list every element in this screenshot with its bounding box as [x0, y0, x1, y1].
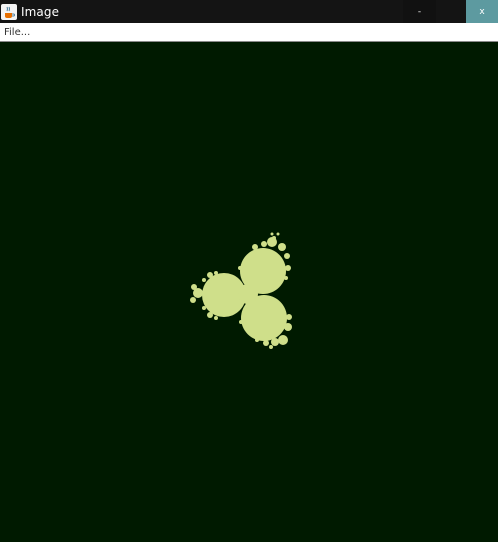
java-cup-icon — [1, 3, 17, 20]
minimize-icon: - — [417, 6, 422, 17]
minimize-button[interactable]: - — [403, 0, 436, 23]
close-button[interactable]: x — [466, 0, 498, 23]
close-icon: x — [479, 6, 485, 17]
image-canvas[interactable] — [0, 42, 498, 542]
menu-bar: File... — [0, 23, 498, 42]
app-window: Image - x File... — [0, 0, 498, 542]
title-bar[interactable]: Image - x — [0, 0, 498, 23]
menu-file[interactable]: File... — [0, 27, 30, 38]
fractal-image — [190, 232, 292, 349]
window-title: Image — [21, 4, 60, 19]
